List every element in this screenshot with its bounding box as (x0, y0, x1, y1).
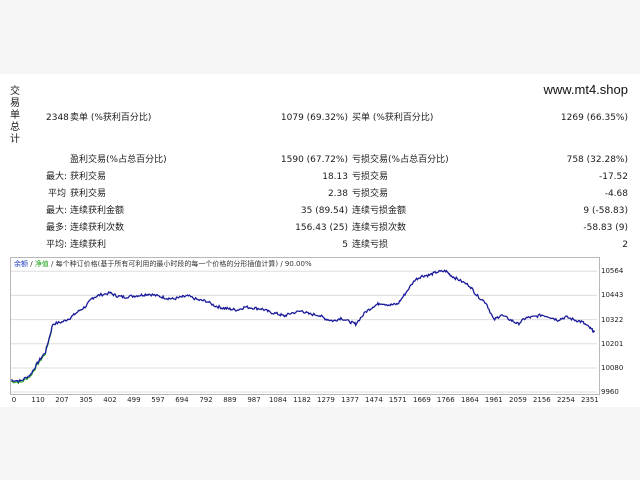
y-tick-label: 10443 (601, 291, 624, 300)
x-tick-label: 987 (247, 396, 261, 404)
x-tick-label: 402 (103, 396, 117, 404)
x-tick-label: 305 (79, 396, 93, 404)
x-tick-label: 499 (127, 396, 141, 404)
x-tick-label: 597 (151, 396, 165, 404)
x-tick-label: 2059 (509, 396, 527, 404)
x-tick-label: 1474 (365, 396, 383, 404)
equity-line (10, 328, 53, 385)
x-tick-label: 1571 (388, 396, 407, 404)
y-tick-label: 10201 (601, 339, 624, 348)
x-tick-label: 1766 (436, 396, 455, 404)
x-tick-label: 792 (199, 396, 213, 404)
x-tick-label: 889 (223, 396, 237, 404)
y-tick-label: 10080 (601, 364, 624, 372)
x-tick-label: 694 (175, 396, 189, 404)
balance-chart (10, 269, 597, 393)
y-tick-label: 10564 (601, 267, 624, 276)
x-tick-label: 1864 (461, 396, 479, 404)
x-tick-label: 0 (11, 396, 17, 404)
x-tick-label: 1279 (316, 396, 335, 404)
y-tick-label: 10322 (601, 315, 624, 324)
x-tick-label: 2254 (557, 396, 575, 404)
x-tick-label: 1377 (341, 396, 359, 404)
y-tick-label: 9960 (601, 388, 619, 396)
x-tick-label: 1669 (413, 396, 431, 404)
x-tick-label: 1961 (484, 396, 503, 404)
x-tick-label: 207 (55, 396, 69, 404)
x-tick-label: 1084 (268, 396, 287, 404)
x-tick-label: 2351 (580, 396, 599, 404)
balance-line (11, 269, 596, 383)
x-tick-label: 1182 (293, 396, 311, 404)
x-tick-label: 2156 (532, 396, 551, 404)
x-tick-label: 110 (31, 396, 45, 404)
